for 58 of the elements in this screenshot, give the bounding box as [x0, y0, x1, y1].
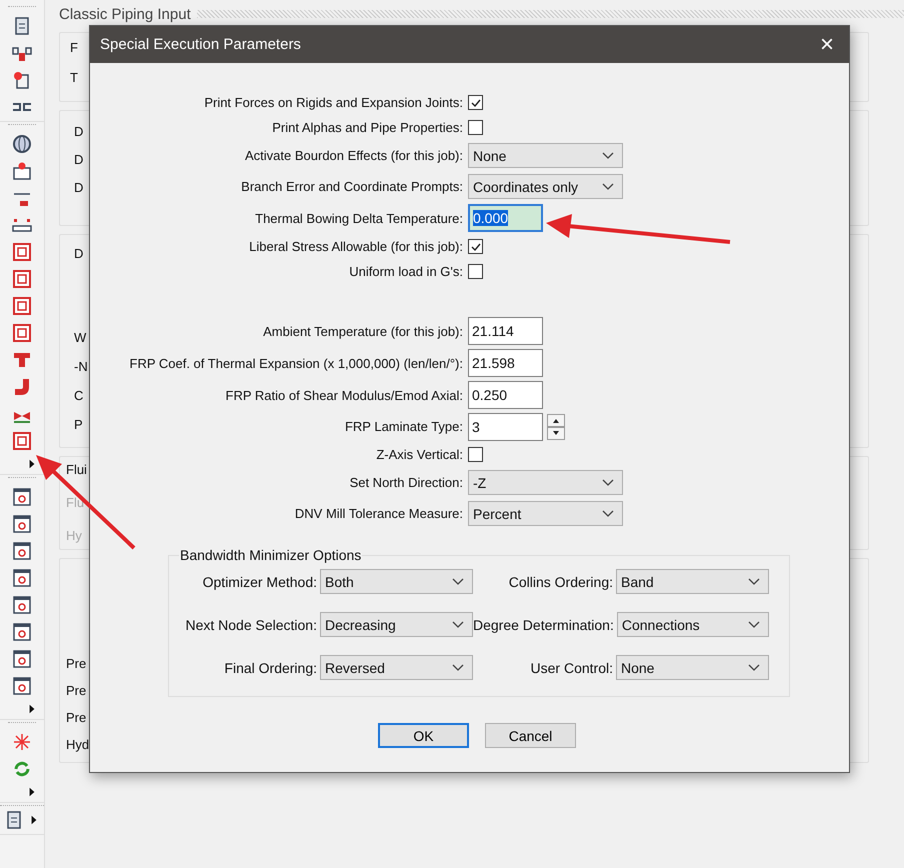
field-label: D [74, 151, 84, 169]
field-label: Final Ordering: [224, 660, 317, 676]
dropdown[interactable]: Percent [468, 501, 623, 526]
field-label: FRP Ratio of Shear Modulus/Emod Axial: [224, 388, 463, 402]
field-label: D [74, 123, 84, 141]
field-label: F [70, 39, 78, 57]
field-label: Pre [66, 655, 86, 673]
field-label: Print Forces on Rigids and Expansion Joints: [203, 95, 463, 110]
input-field[interactable]: 0.250 [468, 381, 543, 409]
field-label: P [74, 416, 83, 434]
dropdown[interactable]: Both [320, 569, 473, 594]
field-label: Activate Bourdon Effects (for this job): [244, 148, 463, 163]
field-label: Optimizer Method: [202, 574, 317, 590]
input-field[interactable]: 21.114 [468, 317, 543, 345]
field-label: Thermal Bowing Delta Temperature: [254, 210, 463, 226]
field-label: D [74, 179, 84, 197]
panel-title: Classic Piping Input [59, 6, 191, 22]
dialog-button[interactable]: OK [378, 723, 469, 748]
field-label: Set North Direction: [348, 475, 463, 490]
dropdown[interactable]: None [616, 655, 769, 680]
field-label: W [74, 329, 86, 347]
dialog-title: Special Execution Parameters [100, 36, 301, 53]
field-label: Collins Ordering: [508, 574, 613, 590]
dropdown[interactable]: Decreasing [320, 612, 473, 637]
dialog-button[interactable]: Cancel [485, 723, 576, 748]
field-label: Uniform load in G's: [348, 264, 463, 279]
dropdown[interactable]: Band [616, 569, 769, 594]
field-label: Flui [66, 461, 87, 479]
field-label: Branch Error and Coordinate Prompts: [240, 179, 463, 194]
field-label: Next Node Selection: [185, 616, 317, 632]
field-label: DNV Mill Tolerance Measure: [294, 506, 463, 521]
dropdown[interactable]: None [468, 143, 623, 168]
field-label: -N [74, 358, 88, 376]
group-title: Bandwidth Minimizer Options [179, 547, 362, 563]
field-label: FRP Laminate Type: [344, 419, 463, 434]
field-label: Hy [66, 527, 82, 545]
input-field[interactable]: 21.598 [468, 349, 543, 377]
close-button[interactable]: × [805, 26, 849, 63]
input-field[interactable]: 0.000 [468, 204, 543, 232]
field-label: Print Alphas and Pipe Properties: [271, 120, 463, 135]
field-label: User Control: [530, 660, 613, 676]
field-label: FRP Coef. of Thermal Expansion (x 1,000,000) (len/len/°): [128, 356, 463, 370]
dropdown[interactable]: -Z [468, 470, 623, 495]
field-label: Hyd [66, 736, 90, 754]
field-label: Z-Axis Vertical: [375, 447, 463, 462]
field-label: Pre [66, 709, 86, 727]
field-label: Pre [66, 682, 86, 700]
field-label: Degree Determination: [473, 616, 614, 632]
field-label: Ambient Temperature (for this job): [262, 324, 463, 338]
field-label: D [74, 245, 84, 263]
dropdown[interactable]: Reversed [320, 655, 473, 680]
dropdown[interactable]: Coordinates only [468, 174, 623, 199]
field-label: Liberal Stress Allowable (for this job): [248, 239, 463, 254]
dropdown[interactable]: Connections [616, 612, 769, 637]
input-field[interactable]: 3 [468, 412, 543, 440]
field-label: Flu [66, 494, 84, 512]
field-label: C [74, 387, 84, 405]
field-label: T [70, 69, 78, 87]
